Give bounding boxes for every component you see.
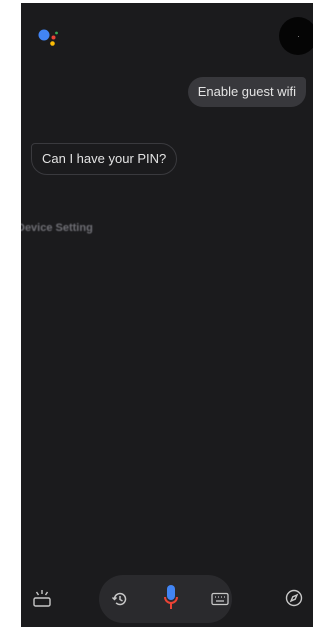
bottom-bar — [21, 571, 313, 627]
avatar-dot — [298, 36, 299, 37]
account-avatar[interactable] — [279, 17, 313, 55]
explore-icon[interactable] — [284, 588, 304, 608]
snapshot-icon[interactable] — [31, 587, 53, 609]
keyboard-icon[interactable] — [210, 589, 230, 609]
user-message-bubble[interactable]: Enable guest wifi — [187, 77, 306, 107]
assistant-message-bubble: Can I have your PIN? — [31, 143, 178, 175]
google-assistant-logo-icon — [38, 29, 58, 46]
device-setting-suggestion[interactable]: Device Setting — [21, 222, 93, 234]
assistant-screen: Enable guest wifi Can I have your PIN? D… — [21, 3, 313, 627]
microphone-icon[interactable] — [162, 583, 180, 613]
history-icon[interactable] — [110, 589, 130, 609]
